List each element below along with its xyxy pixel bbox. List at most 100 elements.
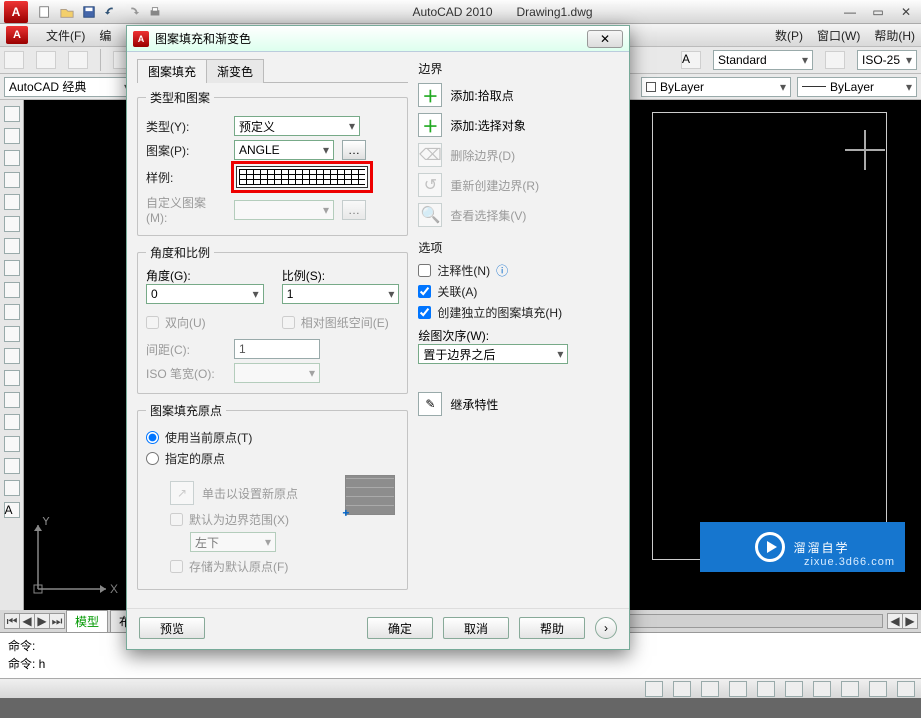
origin-point-icon: ↗ — [170, 481, 194, 505]
tool-block-icon[interactable] — [4, 370, 20, 386]
menu-logo-icon[interactable]: A — [6, 26, 28, 44]
hscroll-left-icon[interactable]: ◀ — [887, 613, 903, 629]
sample-swatch[interactable] — [236, 166, 368, 188]
tool-region-icon[interactable] — [4, 458, 20, 474]
tool-ellipse-icon[interactable] — [4, 304, 20, 320]
label-scale: 比例(S): — [282, 267, 400, 284]
origin-set-point-button: ↗单击以设置新原点 — [170, 481, 333, 505]
tool-pline-icon[interactable] — [4, 150, 20, 166]
tab-gradient[interactable]: 渐变色 — [206, 59, 264, 83]
tab-nav-first-icon[interactable]: ⏮ — [4, 613, 20, 629]
menu-window[interactable]: 窗口(W) — [817, 27, 860, 44]
menu-edit-cut[interactable]: 编 — [99, 27, 111, 44]
tool-table-icon[interactable] — [4, 480, 20, 496]
sb-grid-icon[interactable] — [673, 681, 691, 697]
combo-angle[interactable]: 0 — [146, 284, 264, 304]
app-logo-icon[interactable]: A — [4, 1, 28, 23]
tool-circle-icon[interactable] — [4, 238, 20, 254]
eyedropper-icon: ✎ — [425, 397, 435, 411]
tab-nav-last-icon[interactable]: ⏭ — [49, 613, 65, 629]
pattern-browse-button[interactable]: … — [342, 140, 366, 160]
inherit-button[interactable]: ✎继承特性 — [418, 392, 619, 416]
combo-draworder[interactable]: 置于边界之后 — [418, 344, 568, 364]
ok-button[interactable]: 确定 — [367, 617, 433, 639]
tool-rect-icon[interactable] — [4, 194, 20, 210]
tool-text-icon[interactable]: A — [4, 502, 20, 518]
help-button[interactable]: 帮助 — [519, 617, 585, 639]
radio-spec-origin[interactable]: 指定的原点 — [146, 450, 399, 467]
boundary-title: 边界 — [418, 60, 619, 77]
workspace-combo[interactable]: AutoCAD 经典 — [4, 77, 134, 97]
textstyle-combo[interactable]: Standard — [713, 50, 813, 70]
tool-ellipsearc-icon[interactable] — [4, 326, 20, 342]
max-icon[interactable]: ▭ — [868, 2, 888, 22]
hscroll-right-icon[interactable]: ▶ — [902, 613, 918, 629]
play-icon — [755, 532, 785, 562]
tab-nav-prev-icon[interactable]: ◀ — [19, 613, 35, 629]
tool-polygon-icon[interactable] — [4, 172, 20, 188]
ltype-combo[interactable]: ByLayer — [797, 77, 917, 97]
tool-line-icon[interactable] — [4, 106, 20, 122]
tool-spline-icon[interactable] — [4, 282, 20, 298]
min-icon[interactable]: — — [840, 2, 860, 22]
tab-hatch[interactable]: 图案填充 — [137, 59, 207, 83]
tab-model[interactable]: 模型 — [66, 610, 108, 633]
combo-type[interactable]: 预定义 — [234, 116, 360, 136]
sb-polar-icon[interactable] — [729, 681, 747, 697]
tool-xline-icon[interactable] — [4, 128, 20, 144]
sb-lwt-icon[interactable] — [869, 681, 887, 697]
sample-highlight — [234, 164, 370, 190]
tool-hatch-icon[interactable] — [4, 414, 20, 430]
qat-new-icon[interactable] — [35, 2, 55, 22]
label-angle: 角度(G): — [146, 267, 264, 284]
combo-scale[interactable]: 1 — [282, 284, 400, 304]
tool-arc-icon[interactable] — [4, 216, 20, 232]
sb-otrack-icon[interactable] — [785, 681, 803, 697]
qat-save-icon[interactable] — [79, 2, 99, 22]
info-icon[interactable]: ⓘ — [496, 262, 508, 279]
check-associative[interactable]: 关联(A) — [418, 283, 619, 300]
menu-help[interactable]: 帮助(H) — [874, 27, 915, 44]
menu-file[interactable]: 文件(F) — [46, 27, 85, 44]
dialog-close-button[interactable]: ✕ — [587, 30, 623, 48]
sb-ortho-icon[interactable] — [701, 681, 719, 697]
expand-button[interactable]: › — [595, 617, 617, 639]
qat-print-icon[interactable] — [145, 2, 165, 22]
close-win-icon[interactable]: ✕ — [896, 2, 916, 22]
tab-nav-next-icon[interactable]: ▶ — [34, 613, 50, 629]
check-annotative[interactable]: 注释性(N) ⓘ — [418, 262, 619, 279]
rb-open-icon[interactable] — [36, 51, 56, 69]
qat-redo-icon[interactable] — [123, 2, 143, 22]
menu-param[interactable]: 数(P) — [775, 27, 803, 44]
cursor-icon — [845, 130, 885, 170]
add-select-button[interactable]: ＋添加:选择对象 — [418, 113, 619, 137]
sb-qp-icon[interactable] — [897, 681, 915, 697]
rb-textstyle-icon[interactable]: A — [681, 51, 701, 69]
add-pick-button[interactable]: ＋添加:拾取点 — [418, 83, 619, 107]
cancel-button[interactable]: 取消 — [443, 617, 509, 639]
plus-icon: ＋ — [422, 83, 438, 107]
combo-pattern[interactable]: ANGLE — [234, 140, 334, 160]
options-title: 选项 — [418, 239, 619, 256]
rb-new-icon[interactable] — [4, 51, 24, 69]
svg-text:Y: Y — [42, 517, 50, 528]
tool-gradient-icon[interactable] — [4, 436, 20, 452]
label-pattern: 图案(P): — [146, 142, 226, 159]
plus-icon: ＋ — [422, 113, 438, 137]
dimstyle-combo[interactable]: ISO-25 — [857, 50, 917, 70]
rb-save-icon[interactable] — [68, 51, 88, 69]
tool-revcloud-icon[interactable] — [4, 260, 20, 276]
rb-dimstyle-icon[interactable] — [825, 51, 845, 69]
tool-point-icon[interactable] — [4, 392, 20, 408]
sb-dyn-icon[interactable] — [841, 681, 859, 697]
sb-snap-icon[interactable] — [645, 681, 663, 697]
preview-button[interactable]: 预览 — [139, 617, 205, 639]
check-separate[interactable]: 创建独立的图案填充(H) — [418, 304, 619, 321]
radio-current-origin[interactable]: 使用当前原点(T) — [146, 429, 399, 446]
qat-open-icon[interactable] — [57, 2, 77, 22]
tool-insert-icon[interactable] — [4, 348, 20, 364]
qat-undo-icon[interactable] — [101, 2, 121, 22]
color-combo[interactable]: ByLayer — [641, 77, 791, 97]
sb-ducs-icon[interactable] — [813, 681, 831, 697]
sb-osnap-icon[interactable] — [757, 681, 775, 697]
